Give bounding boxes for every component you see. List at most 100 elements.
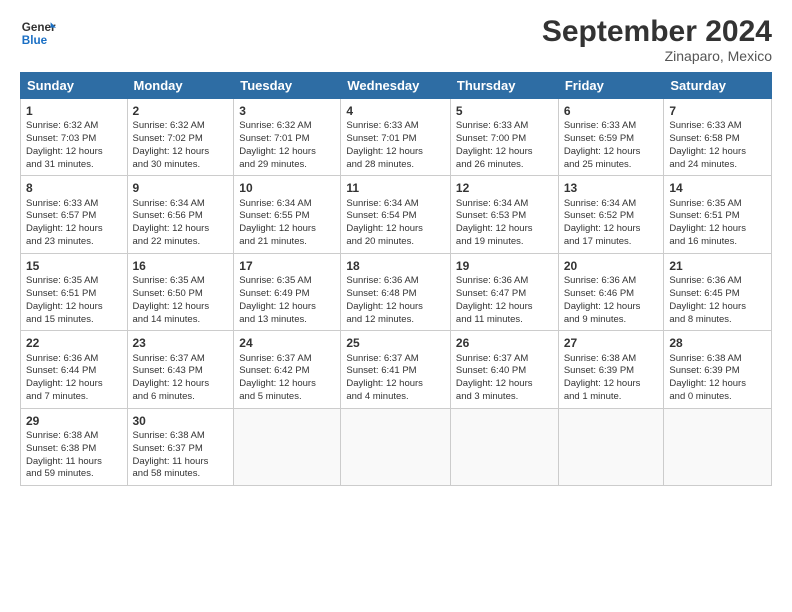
day-info-line: Sunset: 6:55 PM	[239, 210, 335, 223]
day-info-line: and 12 minutes.	[346, 314, 445, 327]
main-title: September 2024	[542, 15, 772, 48]
day-info-line: Daylight: 12 hours	[239, 146, 335, 159]
day-info-line: Sunrise: 6:35 AM	[669, 198, 766, 211]
day-info-line: Sunset: 6:39 PM	[564, 365, 659, 378]
day-info-line: Sunset: 6:42 PM	[239, 365, 335, 378]
day-info-line: Sunset: 6:58 PM	[669, 133, 766, 146]
calendar-cell: 14Sunrise: 6:35 AMSunset: 6:51 PMDayligh…	[664, 176, 772, 253]
day-info-line: and 4 minutes.	[346, 391, 445, 404]
day-info-line: Daylight: 12 hours	[564, 378, 659, 391]
day-info-line: Sunrise: 6:36 AM	[669, 275, 766, 288]
day-info-line: Sunset: 6:44 PM	[26, 365, 122, 378]
day-info-line: Daylight: 11 hours	[26, 456, 122, 469]
calendar-cell	[558, 408, 664, 485]
calendar-cell: 15Sunrise: 6:35 AMSunset: 6:51 PMDayligh…	[21, 253, 128, 330]
day-info-line: and 23 minutes.	[26, 236, 122, 249]
day-info-line: Sunset: 6:50 PM	[133, 288, 229, 301]
day-info-line: Daylight: 12 hours	[669, 378, 766, 391]
weekday-header-thursday: Thursday	[450, 73, 558, 99]
weekday-header-tuesday: Tuesday	[234, 73, 341, 99]
day-info-line: Daylight: 12 hours	[346, 301, 445, 314]
day-number: 5	[456, 103, 553, 119]
day-info-line: Daylight: 12 hours	[133, 146, 229, 159]
day-number: 26	[456, 335, 553, 351]
day-info-line: Sunrise: 6:35 AM	[26, 275, 122, 288]
calendar-week-row: 29Sunrise: 6:38 AMSunset: 6:38 PMDayligh…	[21, 408, 772, 485]
day-info-line: and 16 minutes.	[669, 236, 766, 249]
calendar-cell	[664, 408, 772, 485]
calendar-cell: 18Sunrise: 6:36 AMSunset: 6:48 PMDayligh…	[341, 253, 451, 330]
day-info-line: and 6 minutes.	[133, 391, 229, 404]
day-info-line: Sunset: 6:38 PM	[26, 443, 122, 456]
day-number: 29	[26, 413, 122, 429]
calendar-cell: 2Sunrise: 6:32 AMSunset: 7:02 PMDaylight…	[127, 99, 234, 176]
day-info-line: and 29 minutes.	[239, 159, 335, 172]
day-number: 25	[346, 335, 445, 351]
day-info-line: Sunrise: 6:36 AM	[26, 353, 122, 366]
day-info-line: Sunrise: 6:34 AM	[133, 198, 229, 211]
day-info-line: Daylight: 12 hours	[346, 146, 445, 159]
day-info-line: Sunset: 6:57 PM	[26, 210, 122, 223]
day-info-line: and 30 minutes.	[133, 159, 229, 172]
day-info-line: Sunset: 7:01 PM	[346, 133, 445, 146]
calendar: SundayMondayTuesdayWednesdayThursdayFrid…	[20, 72, 772, 486]
day-info-line: Sunrise: 6:37 AM	[239, 353, 335, 366]
day-info-line: Daylight: 12 hours	[456, 223, 553, 236]
day-info-line: Sunset: 6:46 PM	[564, 288, 659, 301]
day-info-line: Sunset: 6:52 PM	[564, 210, 659, 223]
day-info-line: and 1 minute.	[564, 391, 659, 404]
calendar-cell: 21Sunrise: 6:36 AMSunset: 6:45 PMDayligh…	[664, 253, 772, 330]
day-info-line: Daylight: 12 hours	[26, 223, 122, 236]
day-number: 28	[669, 335, 766, 351]
day-info-line: Sunset: 6:53 PM	[456, 210, 553, 223]
calendar-cell: 11Sunrise: 6:34 AMSunset: 6:54 PMDayligh…	[341, 176, 451, 253]
calendar-cell: 20Sunrise: 6:36 AMSunset: 6:46 PMDayligh…	[558, 253, 664, 330]
calendar-cell: 9Sunrise: 6:34 AMSunset: 6:56 PMDaylight…	[127, 176, 234, 253]
day-info-line: Sunset: 6:49 PM	[239, 288, 335, 301]
day-info-line: Daylight: 12 hours	[133, 223, 229, 236]
calendar-cell: 26Sunrise: 6:37 AMSunset: 6:40 PMDayligh…	[450, 331, 558, 408]
day-info-line: and 28 minutes.	[346, 159, 445, 172]
weekday-header-friday: Friday	[558, 73, 664, 99]
calendar-cell: 29Sunrise: 6:38 AMSunset: 6:38 PMDayligh…	[21, 408, 128, 485]
day-info-line: Sunset: 6:47 PM	[456, 288, 553, 301]
day-info-line: and 22 minutes.	[133, 236, 229, 249]
calendar-cell: 3Sunrise: 6:32 AMSunset: 7:01 PMDaylight…	[234, 99, 341, 176]
calendar-cell: 30Sunrise: 6:38 AMSunset: 6:37 PMDayligh…	[127, 408, 234, 485]
day-info-line: Daylight: 12 hours	[26, 301, 122, 314]
day-number: 13	[564, 180, 659, 196]
day-number: 4	[346, 103, 445, 119]
day-info-line: and 59 minutes.	[26, 468, 122, 481]
day-info-line: Daylight: 12 hours	[26, 146, 122, 159]
calendar-cell: 13Sunrise: 6:34 AMSunset: 6:52 PMDayligh…	[558, 176, 664, 253]
day-number: 10	[239, 180, 335, 196]
day-info-line: Sunset: 6:40 PM	[456, 365, 553, 378]
day-info-line: Daylight: 12 hours	[239, 301, 335, 314]
day-number: 6	[564, 103, 659, 119]
day-info-line: Sunrise: 6:33 AM	[346, 120, 445, 133]
day-info-line: and 7 minutes.	[26, 391, 122, 404]
day-number: 12	[456, 180, 553, 196]
day-info-line: Sunrise: 6:36 AM	[564, 275, 659, 288]
day-number: 21	[669, 258, 766, 274]
day-info-line: Sunrise: 6:35 AM	[239, 275, 335, 288]
calendar-cell: 8Sunrise: 6:33 AMSunset: 6:57 PMDaylight…	[21, 176, 128, 253]
calendar-week-row: 1Sunrise: 6:32 AMSunset: 7:03 PMDaylight…	[21, 99, 772, 176]
day-info-line: Sunrise: 6:32 AM	[239, 120, 335, 133]
day-number: 3	[239, 103, 335, 119]
calendar-cell: 4Sunrise: 6:33 AMSunset: 7:01 PMDaylight…	[341, 99, 451, 176]
day-number: 17	[239, 258, 335, 274]
weekday-header-monday: Monday	[127, 73, 234, 99]
weekday-header-wednesday: Wednesday	[341, 73, 451, 99]
day-info-line: Daylight: 12 hours	[669, 146, 766, 159]
day-info-line: Daylight: 12 hours	[456, 146, 553, 159]
day-info-line: Sunset: 7:01 PM	[239, 133, 335, 146]
day-info-line: Sunrise: 6:32 AM	[133, 120, 229, 133]
day-info-line: Sunrise: 6:33 AM	[564, 120, 659, 133]
calendar-cell: 12Sunrise: 6:34 AMSunset: 6:53 PMDayligh…	[450, 176, 558, 253]
calendar-cell: 23Sunrise: 6:37 AMSunset: 6:43 PMDayligh…	[127, 331, 234, 408]
day-number: 15	[26, 258, 122, 274]
day-info-line: Sunset: 6:54 PM	[346, 210, 445, 223]
day-info-line: and 5 minutes.	[239, 391, 335, 404]
calendar-cell: 6Sunrise: 6:33 AMSunset: 6:59 PMDaylight…	[558, 99, 664, 176]
